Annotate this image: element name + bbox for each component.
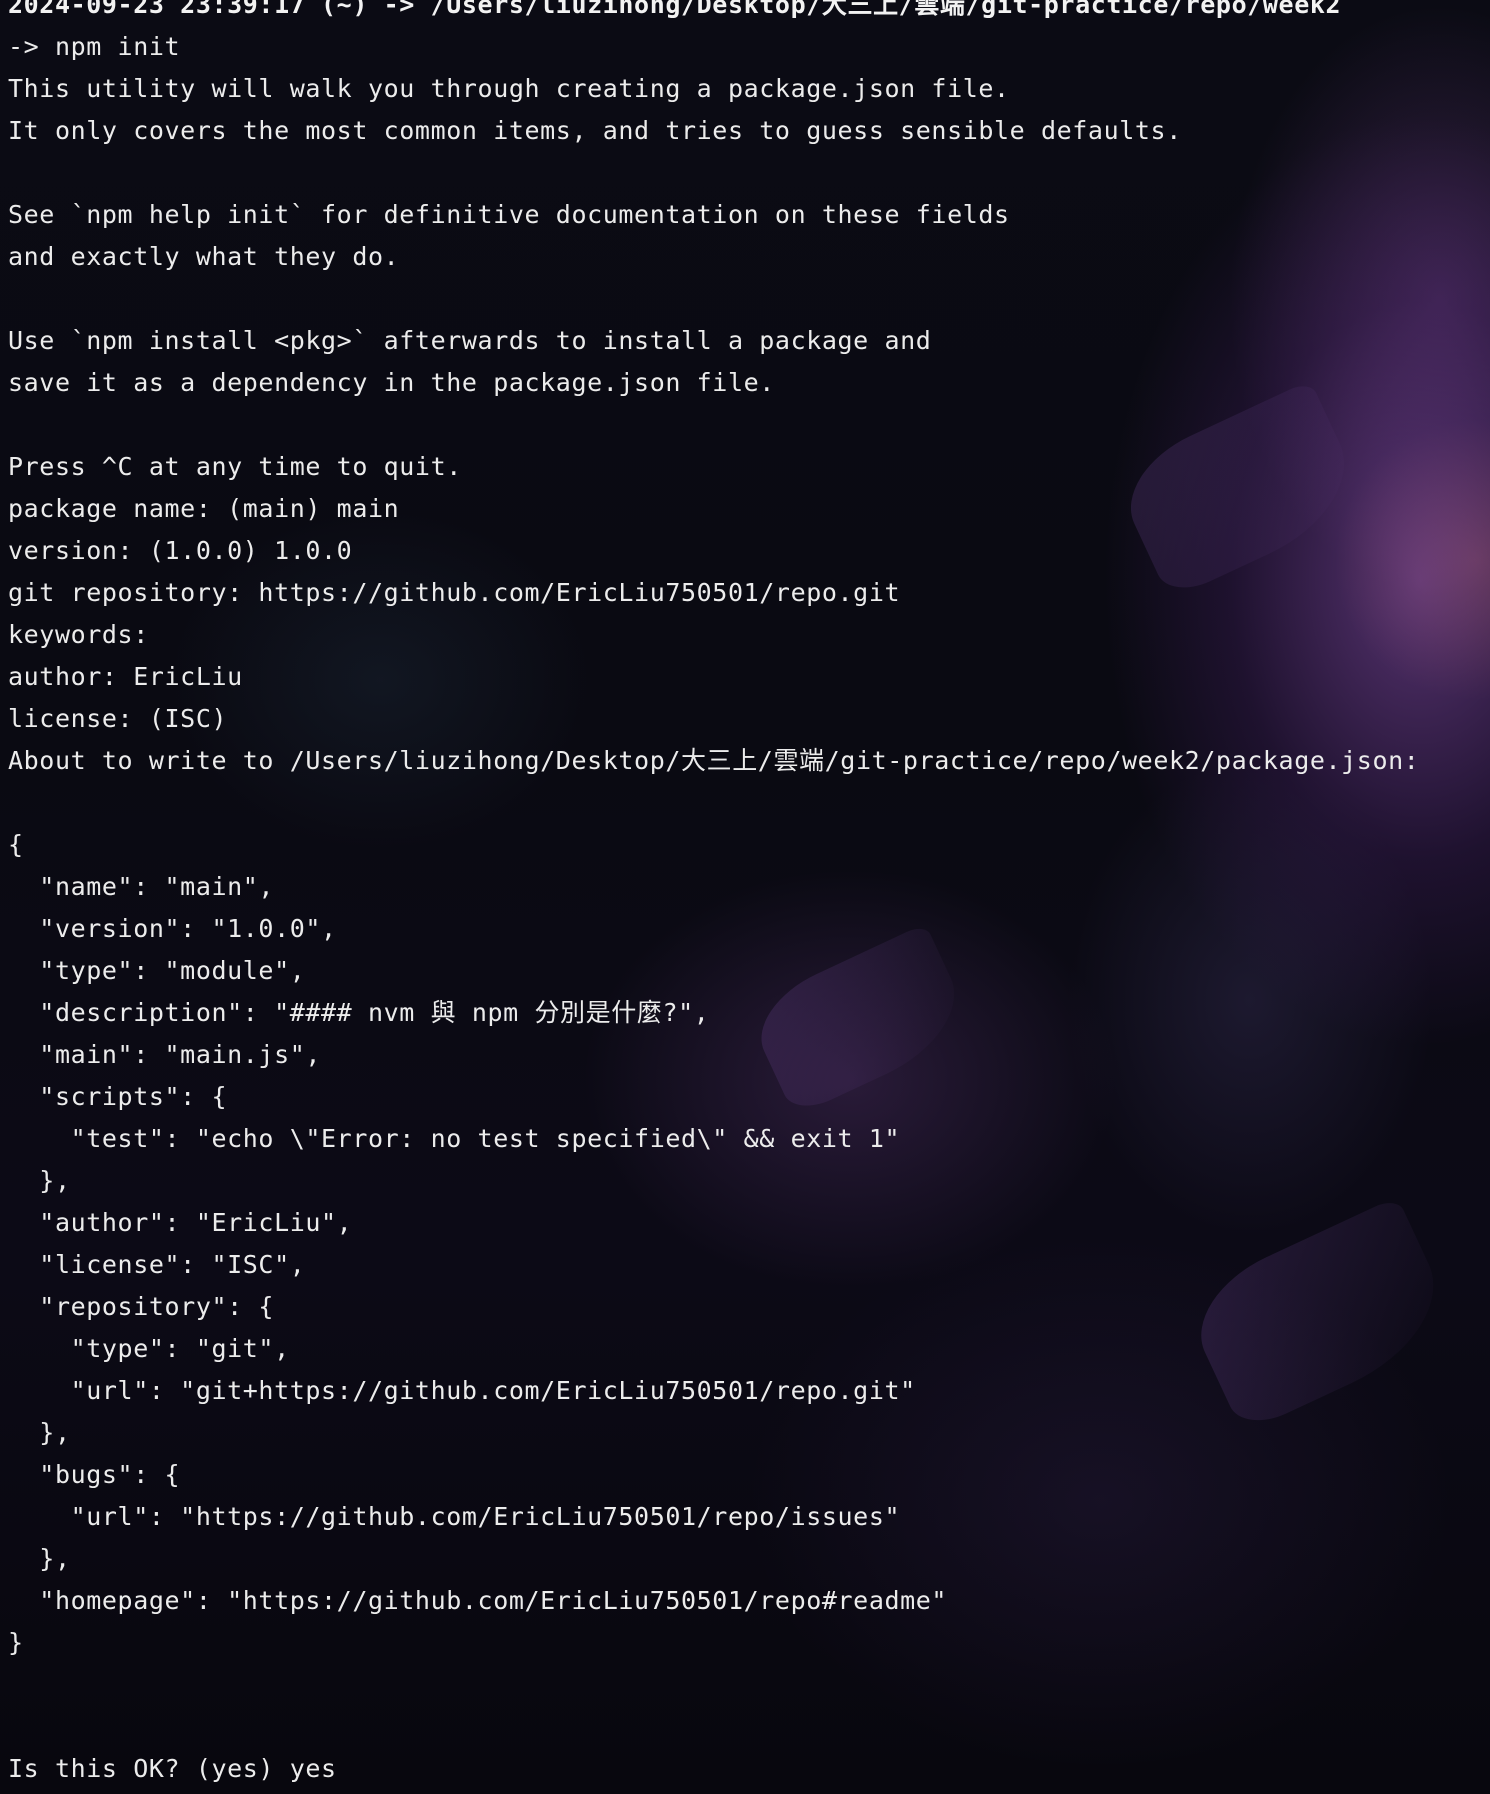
- json-line: "author": "EricLiu",: [8, 1208, 353, 1237]
- blank-line: [8, 278, 1490, 320]
- json-line: "description": "#### nvm 與 npm 分別是什麼?",: [8, 998, 710, 1027]
- json-line: "url": "git+https://github.com/EricLiu75…: [8, 1376, 916, 1405]
- prompt-answer-line: version: (1.0.0) 1.0.0: [8, 536, 353, 565]
- blank-line: [8, 782, 1490, 824]
- json-line: "url": "https://github.com/EricLiu750501…: [8, 1502, 901, 1531]
- json-line: "name": "main",: [8, 872, 275, 901]
- output-line: See `npm help init` for definitive docum…: [8, 200, 1010, 229]
- json-line: "homepage": "https://github.com/EricLiu7…: [8, 1586, 948, 1615]
- json-line: },: [8, 1166, 71, 1195]
- output-line: Use `npm install <pkg>` afterwards to in…: [8, 326, 932, 355]
- output-line: This utility will walk you through creat…: [8, 74, 1010, 103]
- prompt-answer-line: package name: (main) main: [8, 494, 400, 523]
- json-line: "main": "main.js",: [8, 1040, 322, 1069]
- json-line: "test": "echo \"Error: no test specified…: [8, 1124, 901, 1153]
- json-line: },: [8, 1544, 71, 1573]
- output-line: and exactly what they do.: [8, 242, 400, 271]
- prompt-answer-line: keywords:: [8, 620, 149, 649]
- blank-line: [8, 152, 1490, 194]
- blank-line: [8, 404, 1490, 446]
- command-line: -> npm init: [8, 32, 181, 61]
- json-line: "repository": {: [8, 1292, 275, 1321]
- output-line: save it as a dependency in the package.j…: [8, 368, 775, 397]
- json-line: "type": "git",: [8, 1334, 290, 1363]
- json-line: "bugs": {: [8, 1460, 181, 1489]
- prompt-answer-line: license: (ISC): [8, 704, 228, 733]
- prompt-answer-line: author: EricLiu: [8, 662, 243, 691]
- confirm-prompt-line[interactable]: Is this OK? (yes) yes: [8, 1748, 1490, 1790]
- blank-line: [8, 1664, 1490, 1706]
- json-line: "version": "1.0.0",: [8, 914, 337, 943]
- output-line: About to write to /Users/liuzihong/Deskt…: [8, 746, 1420, 775]
- terminal-output[interactable]: 2024-09-23 23:39:17 (~) -> /Users/liuzih…: [8, 0, 1490, 1790]
- prompt-line: 2024-09-23 23:39:17 (~) -> /Users/liuzih…: [8, 0, 1342, 19]
- json-line: "license": "ISC",: [8, 1250, 306, 1279]
- blank-line: [8, 1706, 1490, 1748]
- json-line: "scripts": {: [8, 1082, 228, 1111]
- json-line: "type": "module",: [8, 956, 306, 985]
- json-line: {: [8, 830, 24, 859]
- prompt-answer-line: git repository: https://github.com/EricL…: [8, 578, 901, 607]
- json-line: }: [8, 1628, 24, 1657]
- json-line: },: [8, 1418, 71, 1447]
- output-line: Press ^C at any time to quit.: [8, 452, 462, 481]
- output-line: It only covers the most common items, an…: [8, 116, 1182, 145]
